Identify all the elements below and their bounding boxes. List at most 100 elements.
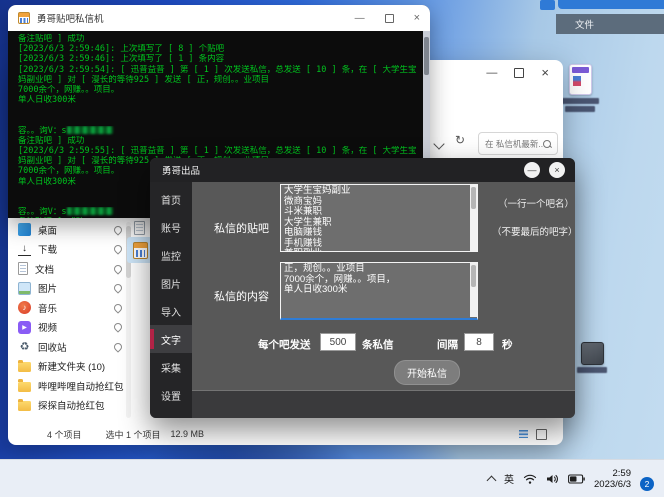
content-textarea[interactable]: 正，规创。。业项目 7000余个，网赚。。项目， 单人日收300米 — [280, 262, 478, 320]
terminal-log-line: 备注贴吧 ] 成功 — [18, 135, 85, 146]
sidebar-item[interactable]: 回收站 — [18, 337, 124, 357]
app-nav-item[interactable]: 设置 — [150, 381, 192, 409]
terminal-log-line: [2023/6/3 2:59:46]: 上次填写了 [ 1 ] 条内容 — [18, 54, 225, 65]
desktop-icon-app[interactable] — [556, 64, 604, 112]
wifi-icon[interactable] — [523, 473, 537, 485]
terminal-title: 勇哥贴吧私信机 — [37, 14, 104, 25]
maximize-icon[interactable] — [514, 68, 525, 78]
close-icon[interactable]: × — [414, 12, 420, 24]
speaker-icon[interactable] — [546, 473, 559, 485]
sidebar-item-label: 探探自动抢红包 — [38, 401, 105, 413]
selected-size: 12.9 MB — [170, 429, 205, 439]
file-item-icon[interactable] — [134, 221, 145, 235]
sidebar-item-label: 下载 — [38, 245, 58, 257]
thumbnail-view-icon[interactable] — [536, 428, 547, 440]
app-nav-item[interactable]: 账号 — [150, 213, 192, 241]
taskbar-clock[interactable]: 2:59 2023/6/3 — [594, 468, 631, 490]
sidebar-item-label: 桌面 — [38, 225, 58, 237]
app-nav-item[interactable]: 文字 — [150, 325, 192, 353]
sidebar-item[interactable]: 图片 — [18, 279, 124, 299]
sidebar-item-icon — [18, 379, 31, 392]
pin-icon — [112, 321, 124, 333]
list-view-icon[interactable] — [517, 428, 530, 440]
sidebar-item[interactable]: 下载 — [18, 240, 124, 260]
sidebar-item-icon — [18, 242, 31, 257]
terminal-titlebar: 勇哥贴吧私信机 — × — [8, 5, 430, 31]
terminal-log-line — [18, 105, 423, 115]
app-shortcut-icon — [568, 64, 592, 95]
background-file-menubar[interactable]: 文件 — [556, 14, 664, 34]
system-tray: 英 2:59 2023/6/3 2 — [486, 460, 654, 497]
sidebar-item-label: 音乐 — [38, 303, 58, 315]
app-nav-item[interactable]: 图片 — [150, 269, 192, 297]
battery-icon[interactable] — [568, 473, 585, 484]
interval-label: 间隔 — [437, 339, 458, 351]
per-bar-label: 每个吧发送 — [258, 339, 311, 351]
per-bar-unit: 条私信 — [362, 339, 394, 351]
minimize-button[interactable]: — — [524, 162, 540, 178]
textarea-scrollbar[interactable] — [470, 185, 477, 251]
sidebar-item[interactable]: 桌面 — [18, 220, 124, 240]
terminal-log-line: 单人日收300米 — [18, 95, 76, 106]
sidebar-item-label: 图片 — [38, 284, 58, 296]
bot-app-window: 勇哥出品 — × 首页 账号 监控 图片 导入 文字 采集 设置 私信的贴吧 大… — [150, 158, 578, 418]
sidebar-item[interactable]: 音乐 — [18, 298, 124, 318]
app-title: 勇哥出品 — [162, 166, 201, 177]
search-input[interactable]: 在 私信机最新... — [478, 132, 558, 155]
sidebar-item[interactable]: 视频 — [18, 318, 124, 338]
hint-one-per-line: （一行一个吧名） — [498, 199, 575, 210]
file-menu-label[interactable]: 文件 — [575, 17, 594, 31]
desktop-icon-secondary[interactable] — [572, 342, 612, 373]
icon-caption-line — [577, 367, 607, 373]
terminal-log-line: 容。。询V：s — [18, 125, 423, 136]
maximize-icon[interactable] — [384, 13, 394, 23]
sidebar-item[interactable]: 哔哩哔哩自动抢红包 — [18, 376, 124, 396]
desktop: 文件 — × ↻ 在 私信机最新... 桌面 ↓ 下载 文档 图片 ♪ 音乐 ▶… — [0, 0, 664, 497]
close-icon[interactable]: × — [541, 66, 549, 79]
sidebar-item-label: 哔哩哔哩自动抢红包 — [38, 381, 124, 393]
sidebar-item-icon — [18, 301, 31, 315]
app-titlebar: 勇哥出品 — [150, 158, 575, 182]
app-nav: 首页 账号 监控 图片 导入 文字 采集 设置 — [150, 182, 192, 418]
ime-indicator[interactable]: 英 — [504, 471, 514, 486]
pin-icon — [112, 263, 124, 275]
search-placeholder: 在 私信机最新... — [485, 138, 543, 149]
textarea-scrollbar[interactable] — [470, 263, 477, 317]
refresh-icon[interactable]: ↻ — [455, 133, 465, 147]
pin-icon — [112, 243, 124, 255]
app-nav-item[interactable]: 导入 — [150, 297, 192, 325]
interval-input[interactable] — [464, 333, 494, 351]
app-nav-item[interactable]: 监控 — [150, 241, 192, 269]
start-messaging-button[interactable]: 开始私信 — [394, 360, 460, 385]
app-nav-item[interactable]: 首页 — [150, 185, 192, 213]
chevron-down-icon[interactable] — [433, 138, 445, 150]
sidebar-item-icon — [18, 320, 31, 334]
sidebar-item[interactable]: 文档 — [18, 259, 124, 279]
close-button[interactable]: × — [549, 162, 565, 178]
app-nav-item[interactable]: 采集 — [150, 353, 192, 381]
terminal-log-line: [2023/6/3 2:59:54]: [ 迅普益普 ] 第 [ 1 ] 次发送… — [18, 64, 417, 75]
tieba-field-label: 私信的贴吧 — [214, 223, 269, 235]
pin-icon — [112, 302, 124, 314]
minimize-icon[interactable]: — — [355, 13, 365, 24]
pin-icon — [112, 282, 124, 294]
clock-time: 2:59 — [612, 467, 632, 479]
sidebar-item-label: 新建文件夹 (10) — [38, 362, 106, 374]
pin-icon — [112, 341, 124, 353]
minimize-icon[interactable]: — — [486, 67, 497, 79]
sidebar-item[interactable]: 新建文件夹 (10) — [18, 357, 124, 377]
icon-caption-line — [561, 98, 599, 104]
sidebar-item-icon — [18, 398, 31, 412]
sidebar-item[interactable]: 探探自动抢红包 — [18, 396, 124, 416]
blurred-contact-id — [66, 125, 113, 134]
sidebar-item-label: 回收站 — [38, 342, 67, 354]
sidebar-item-label: 视频 — [38, 323, 58, 335]
sidebar-item-icon — [18, 340, 31, 353]
tieba-textarea[interactable]: 大学生宝妈副业 微商宝妈 斗米兼职 大学生兼职 电脑赚钱 手机赚钱 兼职副业 — [280, 184, 478, 252]
pin-icon — [112, 224, 124, 236]
messages-per-bar-input[interactable] — [320, 333, 356, 351]
tray-expand-icon[interactable] — [486, 475, 497, 485]
notification-badge[interactable]: 2 — [640, 476, 654, 491]
explorer-sidebar: 桌面 下载 文档 图片 — [18, 220, 124, 415]
clock-date: 2023/6/3 — [594, 478, 631, 490]
